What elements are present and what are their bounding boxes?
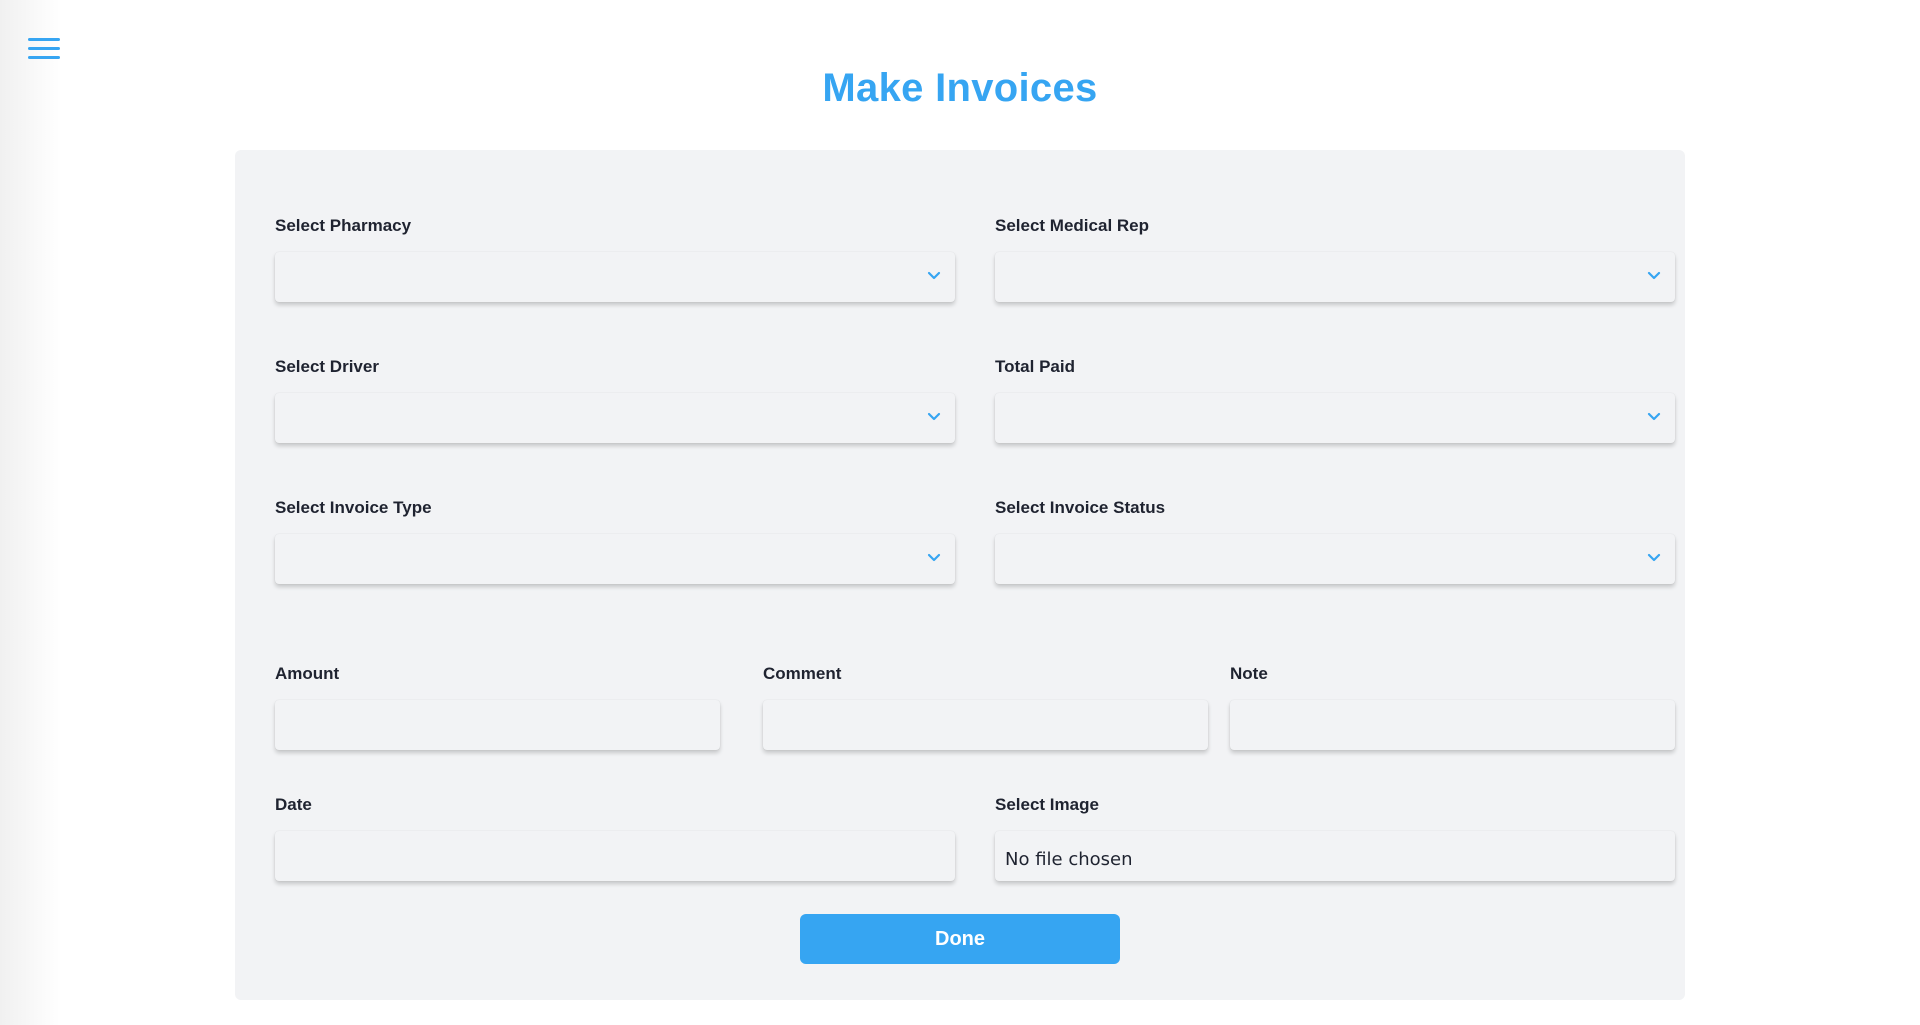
total-paid-label: Total Paid: [995, 357, 1075, 376]
image-field: Select Image No file chosen: [995, 795, 1675, 881]
note-label: Note: [1230, 664, 1268, 683]
invoice-status-field: Select Invoice Status: [995, 498, 1675, 584]
amount-label: Amount: [275, 664, 340, 683]
chevron-down-icon: [1647, 271, 1661, 280]
chevron-down-icon: [927, 271, 941, 280]
file-status-text: No file chosen: [1005, 849, 1133, 870]
amount-field: Amount: [275, 664, 720, 750]
driver-select[interactable]: [275, 393, 955, 443]
total-paid-select[interactable]: [995, 393, 1675, 443]
date-label: Date: [275, 795, 312, 814]
note-field: Note: [1230, 664, 1675, 750]
image-file-input[interactable]: No file chosen: [995, 831, 1675, 881]
date-input[interactable]: [275, 831, 955, 881]
amount-box: [275, 700, 720, 750]
total-paid-field: Total Paid: [995, 357, 1675, 443]
pharmacy-field: Select Pharmacy: [275, 216, 955, 302]
note-input[interactable]: [1230, 700, 1675, 750]
hamburger-menu-icon: [28, 38, 60, 59]
comment-box: [763, 700, 1208, 750]
chevron-down-icon: [1647, 412, 1661, 421]
invoice-status-label: Select Invoice Status: [995, 498, 1166, 517]
medical-rep-field: Select Medical Rep: [995, 216, 1675, 302]
invoice-type-field: Select Invoice Type: [275, 498, 955, 584]
invoice-status-select[interactable]: [995, 534, 1675, 584]
page-title: Make Invoices: [822, 66, 1098, 110]
chevron-down-icon: [1647, 553, 1661, 562]
note-box: [1230, 700, 1675, 750]
date-box: [275, 831, 955, 881]
chevron-down-icon: [927, 412, 941, 421]
date-field: Date: [275, 795, 955, 881]
invoice-type-label: Select Invoice Type: [275, 498, 432, 517]
comment-input[interactable]: [763, 700, 1208, 750]
sidebar-edge: [0, 0, 60, 1025]
chevron-down-icon: [927, 553, 941, 562]
medical-rep-label: Select Medical Rep: [995, 216, 1150, 235]
pharmacy-label: Select Pharmacy: [275, 216, 412, 235]
invoice-type-select[interactable]: [275, 534, 955, 584]
driver-field: Select Driver: [275, 357, 955, 443]
invoice-form: Select Pharmacy Select Medical Rep Selec…: [235, 150, 1685, 1000]
pharmacy-select[interactable]: [275, 252, 955, 302]
medical-rep-select[interactable]: [995, 252, 1675, 302]
amount-input[interactable]: [275, 700, 720, 750]
menu-button[interactable]: [28, 36, 60, 62]
image-label: Select Image: [995, 795, 1099, 814]
done-button[interactable]: Done: [800, 914, 1120, 964]
comment-field: Comment: [763, 664, 1208, 750]
comment-label: Comment: [763, 664, 842, 683]
driver-label: Select Driver: [275, 357, 379, 376]
